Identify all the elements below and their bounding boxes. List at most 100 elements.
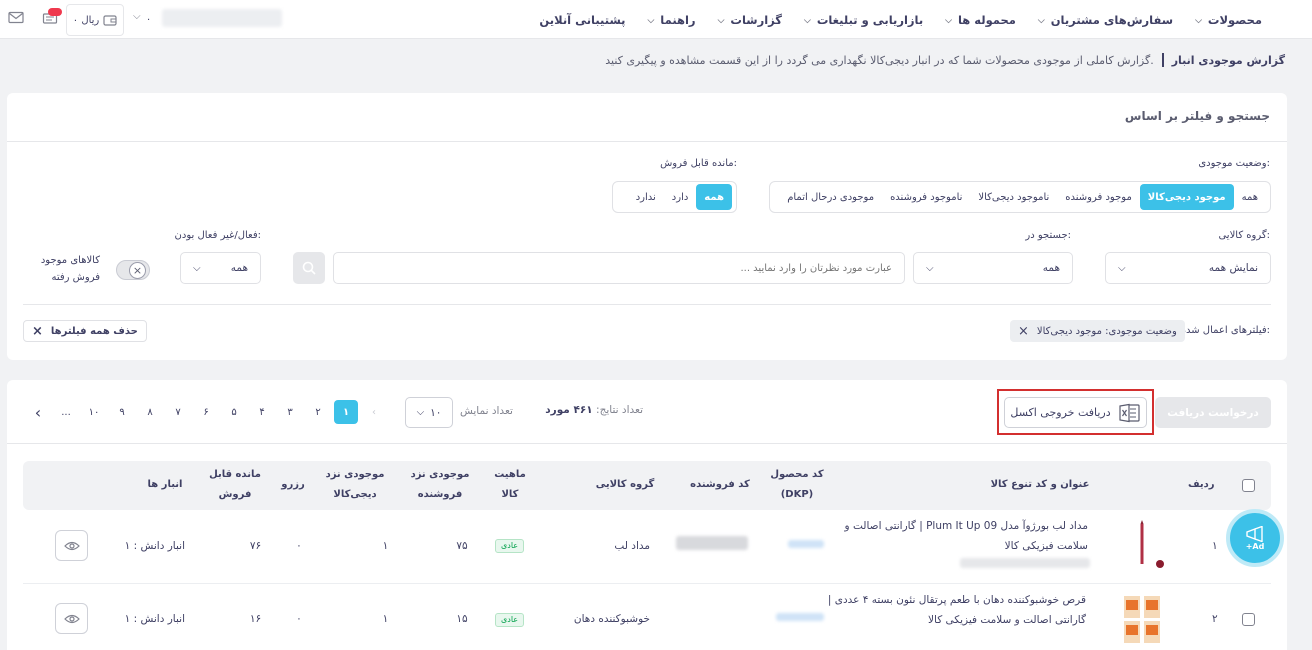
mail-icon[interactable] [8,11,24,28]
stock-status-seller-available[interactable]: موجود فروشنده [1057,184,1140,210]
active-status-value: همه [230,262,248,274]
excel-export-button[interactable]: دریافت خروجی اکسل [1004,397,1147,428]
notification-badge [48,8,62,16]
nav-help[interactable]: راهنما ⌵ [647,13,695,27]
stock-status-seller-unavailable[interactable]: ناموجود فروشنده [882,184,970,210]
col-sellable: مانده قابل فروش [209,469,261,500]
page-header: گزارش موجودی انبار گزارش کاملی از موجودی… [605,53,1285,67]
nav-label: محموله ها [957,12,1016,27]
active-status-select[interactable]: همه ⌵ [180,252,261,284]
clear-all-filters-button[interactable]: حذف همه فیلترها × [23,320,147,342]
sold-out-toggle[interactable]: × [116,260,150,280]
page-1[interactable]: ۱ [334,400,358,424]
select-all-checkbox[interactable] [1242,479,1255,492]
dkp-code-blurred[interactable] [788,540,824,548]
eye-icon [63,541,80,550]
chevron-down-icon: ⌵ [717,15,725,26]
page-ellipsis: ... [61,406,71,418]
col-dkp: کد محصول (DKP) [770,469,824,500]
nav-marketing[interactable]: بازاریابی و تبلیغات ⌵ [804,13,923,27]
variant-code-blurred [960,558,1090,568]
warehouse-cell: انبار دانش : ۱ [124,540,185,552]
nav-label: راهنما [660,12,696,27]
page-7[interactable]: ۷ [166,400,190,424]
reserved-cell: ۰ [296,613,302,625]
nav-products[interactable]: محصولات ⌵ [1195,13,1262,27]
search-icon [302,261,316,275]
sold-out-toggle-label: کالاهای موجود فروش رفته [40,255,100,283]
top-navigation-bar: محصولات ⌵ سفارش‌های مشتریان ⌵ محموله ها ⌵ ب… [0,0,1312,39]
nav-shipments[interactable]: محموله ها ⌵ [945,13,1016,27]
row-number: ۲ [1212,613,1218,625]
per-page-select[interactable]: ۱۰ ⌵ [405,397,453,428]
chevron-down-icon: ⌵ [1195,15,1202,26]
page-4[interactable]: ۴ [250,400,274,424]
product-title[interactable]: مداد لب بورژوآ مدل Plum It Up 09 | گاران… [818,516,1088,556]
nature-badge: عادی [495,613,525,627]
per-page-value: ۱۰ [430,406,442,419]
ad-bubble-label: +Ad [1245,541,1265,551]
ad-bubble-button[interactable]: +Ad [1226,509,1284,567]
stock-status-dk-unavailable[interactable]: ناموجود دیجی‌کالا [970,184,1057,210]
warehouse-cell: انبار دانش : ۱ [124,613,185,625]
stock-status-dk-available[interactable]: موجود دیجی‌کالا [1139,184,1234,210]
page-5[interactable]: ۵ [222,400,246,424]
page-8[interactable]: ۸ [138,400,162,424]
search-input[interactable] [333,252,905,284]
close-icon[interactable]: × [1018,324,1029,339]
page-6[interactable]: ۶ [194,400,218,424]
wallet-amount: ۰ ریال [72,14,100,26]
col-seller-code: کد فروشنده [690,479,750,490]
filter-card-title: جستجو و فیلتر بر اساس [1124,109,1270,123]
row-checkbox[interactable] [1242,613,1255,626]
search-in-value: همه [1042,262,1060,274]
stock-status-all[interactable]: همه [1234,184,1266,210]
col-category: گروه کالایی [595,479,655,490]
search-in-select[interactable]: همه ⌵ [913,252,1073,284]
applied-filter-chip[interactable]: وضعیت موجودی: موجود دیجی‌کالا × [1010,320,1185,342]
page-10[interactable]: ۱۰ [82,400,106,424]
page-description: گزارش کاملی از موجودی محصولات شما که در … [605,53,1154,67]
next-page-button[interactable]: ‹ [26,400,50,424]
applied-filters-label: فیلترهای اعمال شده: [1180,325,1270,336]
col-warehouses: انبار ها [147,479,183,490]
request-receipt-button[interactable]: درخواست دریافت [1155,397,1271,428]
nav-label: بازاریابی و تبلیغات [816,12,924,27]
stock-status-running-out[interactable]: موجودی درحال اتمام [779,184,882,210]
chevron-down-icon[interactable]: ⌵ [133,11,141,22]
sellable-has[interactable]: دارد [664,184,697,210]
product-title[interactable]: قرص خوشبوکننده دهان با طعم پرتقال نئون ب… [818,590,1086,630]
page-3[interactable]: ۳ [278,400,302,424]
account-name-blurred[interactable] [162,9,282,27]
seller-stock-cell: ۷۵ [456,540,468,552]
page-2[interactable]: ۲ [306,400,330,424]
applied-filter-chip-text: وضعیت موجودی: موجود دیجی‌کالا [1036,325,1177,337]
page-9[interactable]: ۹ [110,400,134,424]
seller-code-blurred [676,536,748,550]
dk-stock-cell: ۱ [382,613,389,625]
chevron-down-icon: ⌵ [945,15,952,26]
account-dot: . [147,12,151,23]
seller-stock-cell: ۱۵ [456,613,468,625]
view-details-button[interactable] [55,530,88,561]
sellable-none[interactable]: ندارد [628,184,664,210]
sellable-all[interactable]: همه [696,184,732,210]
search-button[interactable] [293,252,325,284]
category-select[interactable]: نمایش همه ⌵ [1105,252,1271,284]
excel-export-label: دریافت خروجی اکسل [1010,406,1111,419]
product-image [1140,520,1164,568]
divider [7,141,1287,142]
sellable-label: مانده قابل فروش: [660,158,737,169]
category-cell: خوشبوکننده دهان [573,613,650,625]
nav-support[interactable]: پشتیبانی آنلاین [539,13,625,27]
chevron-down-icon: ⌵ [926,262,934,274]
wallet-balance[interactable]: ۰ ریال [66,4,124,36]
nav-orders[interactable]: سفارش‌های مشتریان ⌵ [1038,13,1173,27]
active-status-label: فعال/غیر فعال بودن: [174,230,261,241]
sellable-cell: ۷۶ [249,540,262,552]
prev-page-button[interactable]: ‹ [362,400,386,424]
nav-reports[interactable]: گزارشات ⌵ [718,13,782,27]
dkp-code-blurred[interactable] [776,613,824,621]
view-details-button[interactable] [55,603,88,634]
col-title: عنوان و کد تنوع کالا [990,479,1090,490]
